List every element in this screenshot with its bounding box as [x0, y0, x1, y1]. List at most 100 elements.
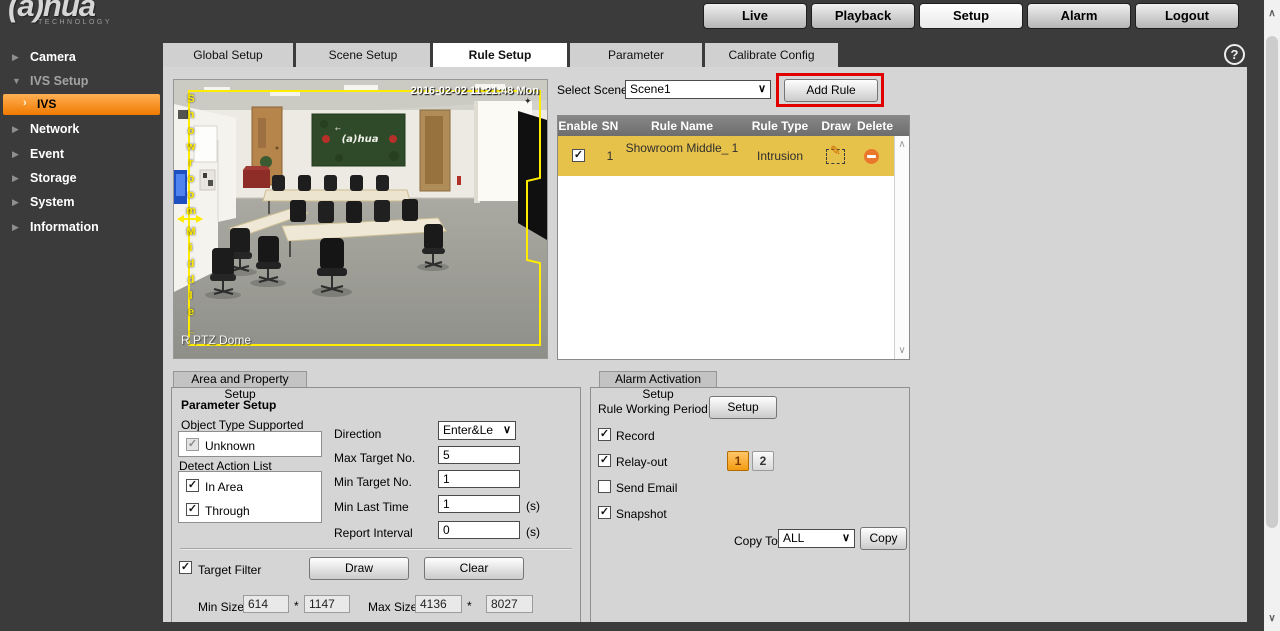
min-size-width-input[interactable] [243, 595, 289, 613]
col-rule-type: Rule Type [751, 119, 809, 133]
tab-calibrate-config[interactable]: Calibrate Config [705, 43, 838, 67]
sidebar-item-network[interactable]: ▶ Network [0, 121, 163, 140]
help-icon[interactable]: ? [1224, 44, 1245, 65]
target-filter-label: Target Filter [198, 563, 262, 577]
browser-scrollbar[interactable]: ∧ ∨ [1264, 0, 1280, 631]
scroll-down-icon[interactable]: ∨ [1264, 613, 1280, 624]
min-target-input[interactable] [438, 470, 520, 488]
area-property-title: Area and Property Setup [173, 371, 307, 401]
rule-table-header: Enable SN Rule Name Rule Type Draw Delet… [558, 116, 909, 136]
sidebar-item-ivs-setup[interactable]: ▼ IVS Setup [0, 73, 163, 92]
snapshot-checkbox[interactable]: ✓ [598, 506, 611, 519]
chevron-down-icon: ∨ [757, 83, 766, 95]
send-email-label: Send Email [616, 481, 678, 495]
min-last-label: Min Last Time [334, 500, 409, 514]
target-filter-checkbox[interactable]: ✓ [179, 561, 192, 574]
draw-rule-icon[interactable]: ✎ [826, 143, 845, 164]
video-preview[interactable]: ← (a)hua ✦ 2016-02-02 11:21:48 Mon Showr… [173, 79, 548, 359]
sidebar-item-information[interactable]: ▶ Information [0, 219, 163, 238]
copy-to-select[interactable]: ALL ∨ [778, 529, 855, 548]
record-checkbox[interactable]: ✓ [598, 428, 611, 441]
scroll-down-icon[interactable]: ∨ [895, 345, 909, 356]
size-separator: * [294, 599, 299, 613]
nav-logout-button[interactable]: Logout [1135, 3, 1239, 29]
tab-global-setup[interactable]: Global Setup [163, 43, 293, 67]
col-draw: Draw [821, 119, 851, 133]
rule-table: Enable SN Rule Name Rule Type Draw Delet… [557, 115, 910, 360]
triangle-right-icon: ▶ [12, 197, 19, 207]
min-last-input[interactable] [438, 495, 520, 513]
triangle-right-icon: ▶ [12, 173, 19, 183]
relay-output-1-button[interactable]: 1 [727, 451, 749, 471]
sidebar-item-camera[interactable]: ▶ Camera [0, 49, 163, 68]
table-scrollbar[interactable]: ∧ ∨ [894, 136, 909, 359]
relay-output-2-button[interactable]: 2 [752, 451, 774, 471]
send-email-checkbox[interactable] [598, 480, 611, 493]
setup-button[interactable]: Setup [709, 396, 777, 419]
direction-label: Direction [334, 427, 382, 441]
parameter-setup-title: Parameter Setup [181, 398, 277, 412]
triangle-right-icon: ▶ [12, 149, 19, 159]
max-size-width-input[interactable] [415, 595, 462, 613]
scene-select[interactable]: Scene1 ∨ [625, 80, 771, 99]
scrollbar-thumb[interactable] [1266, 36, 1278, 528]
sidebar-label: IVS Setup [30, 74, 89, 88]
copy-button[interactable]: Copy [860, 527, 907, 550]
tab-scene-setup[interactable]: Scene Setup [296, 43, 430, 67]
relay-out-checkbox[interactable]: ✓ [598, 454, 611, 467]
rule-sn: 1 [606, 149, 614, 163]
select-scene-label: Select Scene [557, 83, 628, 97]
camera-name-label: R PTZ Dome [181, 333, 252, 347]
max-target-input[interactable] [438, 446, 520, 464]
record-label: Record [616, 429, 655, 443]
sidebar-item-event[interactable]: ▶ Event [0, 146, 163, 165]
minus-icon [867, 155, 876, 158]
copy-to-value: ALL [783, 531, 805, 545]
nav-alarm-button[interactable]: Alarm [1027, 3, 1131, 29]
through-checkbox[interactable]: ✓ [186, 503, 199, 516]
copy-to-label: Copy To [734, 534, 778, 548]
area-property-box: Parameter Setup Object Type Supported ✓ … [171, 387, 581, 622]
rule-name-vertical-label: Middle_ [185, 226, 197, 338]
nav-setup-button[interactable]: Setup [919, 3, 1023, 29]
report-interval-input[interactable] [438, 521, 520, 539]
delete-rule-icon[interactable] [864, 149, 879, 164]
rule-name: Showroom Middle_ 1 [625, 141, 739, 155]
add-rule-button[interactable]: Add Rule [784, 79, 878, 102]
chevron-right-icon: › [23, 97, 27, 109]
tab-parameter[interactable]: Parameter [570, 43, 702, 67]
sidebar-label: IVS [37, 97, 57, 111]
min-size-height-input[interactable] [304, 595, 350, 613]
sidebar-item-ivs[interactable]: › IVS [3, 94, 160, 115]
rule-setup-panel: ← (a)hua ✦ 2016-02-02 11:21:48 Mon Showr… [163, 67, 1247, 622]
in-area-checkbox[interactable]: ✓ [186, 479, 199, 492]
logo-sub: TECHNOLOGY [38, 19, 113, 26]
rule-working-period-label: Rule Working Period [598, 402, 708, 416]
triangle-right-icon: ▶ [12, 52, 19, 62]
video-timestamp: 2016-02-02 11:21:48 Mon [410, 85, 539, 97]
scroll-up-icon[interactable]: ∧ [895, 139, 909, 150]
sidebar-item-storage[interactable]: ▶ Storage [0, 170, 163, 189]
unknown-checkbox[interactable]: ✓ [186, 438, 199, 451]
max-size-height-input[interactable] [486, 595, 533, 613]
svg-text:(a)hua: (a)hua [342, 134, 379, 145]
min-size-label: Min Size [198, 600, 245, 614]
tab-rule-setup[interactable]: Rule Setup [433, 43, 567, 67]
col-delete: Delete [856, 119, 894, 133]
max-size-label: Max Size [368, 600, 418, 614]
report-interval-label: Report Interval [334, 526, 413, 540]
table-row[interactable]: ✓ 1 Showroom Middle_ 1 Intrusion ✎ [558, 136, 894, 176]
rule-enable-checkbox[interactable]: ✓ [572, 149, 585, 162]
sidebar-item-system[interactable]: ▶ System [0, 194, 163, 213]
nav-live-button[interactable]: Live [703, 3, 807, 29]
direction-select[interactable]: Enter&Le ∨ [438, 421, 516, 440]
dahua-web-app: (a)hua TECHNOLOGY Live Playback Setup Al… [0, 0, 1264, 631]
triangle-right-icon: ▶ [12, 124, 19, 134]
scroll-up-icon[interactable]: ∧ [1264, 8, 1280, 19]
snapshot-label: Snapshot [616, 507, 667, 521]
alarm-activation-title: Alarm Activation Setup [599, 371, 717, 401]
sidebar-label: Event [30, 147, 65, 161]
clear-button[interactable]: Clear [424, 557, 524, 580]
nav-playback-button[interactable]: Playback [811, 3, 915, 29]
draw-button[interactable]: Draw [309, 557, 409, 580]
